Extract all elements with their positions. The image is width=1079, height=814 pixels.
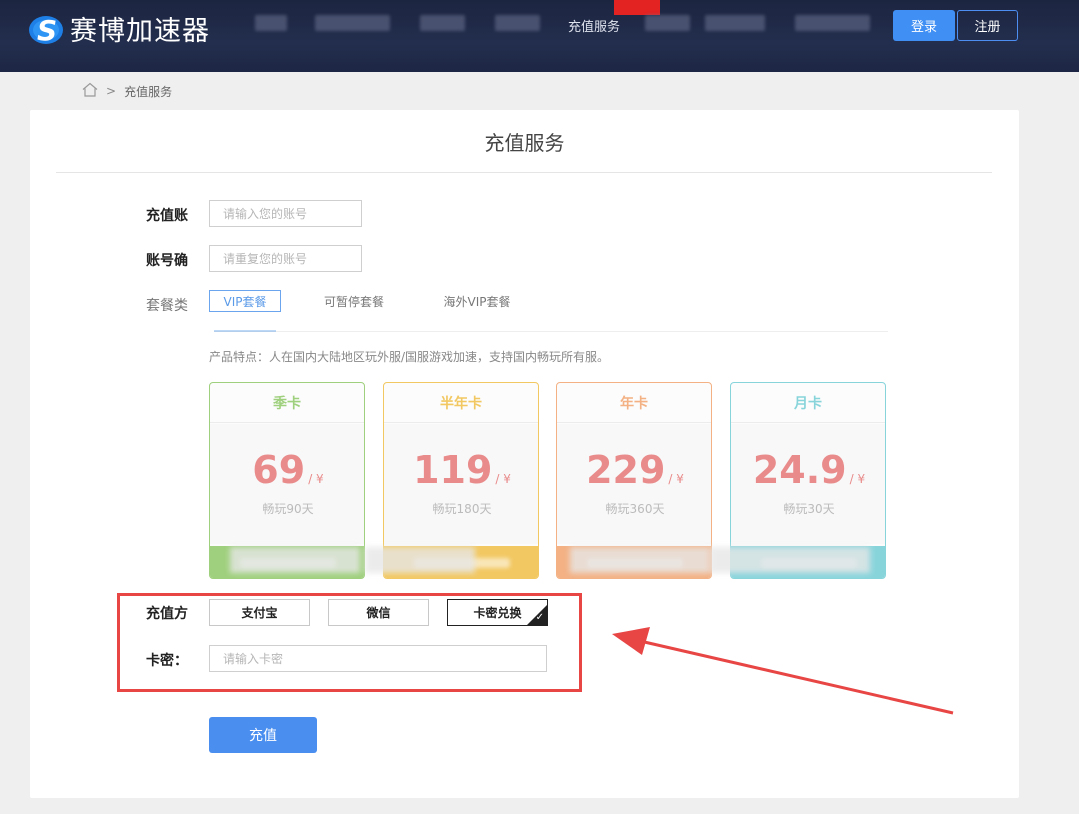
page-title: 充值服务 <box>484 131 565 155</box>
plan-body: 119/ ¥ 畅玩180天 <box>384 424 538 544</box>
redaction <box>365 547 475 573</box>
nav-item-blurred[interactable] <box>795 15 870 31</box>
plan-body: 69/ ¥ 畅玩90天 <box>210 424 364 544</box>
register-button[interactable]: 注册 <box>957 10 1018 41</box>
product-feature-text: 产品特点：人在国内大陆地区玩外服/国服游戏加速，支持国内畅玩所有服。 <box>209 350 610 364</box>
plan-price: 119/ ¥ <box>413 448 511 492</box>
plan-body: 229/ ¥ 畅玩360天 <box>557 424 711 544</box>
plan-duration: 畅玩30天 <box>783 502 835 516</box>
breadcrumb-current: 充值服务 <box>124 84 173 99</box>
plan-body: 24.9/ ¥ 畅玩30天 <box>731 424 885 544</box>
nav-item-blurred[interactable] <box>255 15 287 31</box>
plan-duration: 畅玩90天 <box>262 502 314 516</box>
redaction <box>570 547 710 573</box>
plan-name: 年卡 <box>557 383 711 423</box>
redaction <box>230 547 360 573</box>
login-button[interactable]: 登录 <box>893 10 955 41</box>
plan-name: 月卡 <box>731 383 885 423</box>
confirm-label: 账号确 <box>146 253 188 269</box>
nav-item-blurred[interactable] <box>495 15 540 31</box>
recharge-submit-button[interactable]: 充值 <box>209 717 317 753</box>
plan-name: 半年卡 <box>384 383 538 423</box>
account-label: 充值账 <box>146 208 188 224</box>
tab-vip-package[interactable]: VIP套餐 <box>209 290 281 312</box>
hot-badge <box>614 0 660 15</box>
nav-item-blurred[interactable] <box>315 15 390 31</box>
home-icon[interactable] <box>82 82 98 100</box>
account-input[interactable] <box>209 200 362 227</box>
logo-text: 赛博加速器 <box>70 16 210 47</box>
nav-item-blurred[interactable] <box>705 15 765 31</box>
plan-duration: 畅玩180天 <box>432 502 492 516</box>
plan-price: 229/ ¥ <box>586 448 684 492</box>
breadcrumb-separator: > <box>106 84 117 98</box>
tab-pausable-package[interactable]: 可暂停套餐 <box>320 290 388 312</box>
nav-item-recharge[interactable]: 充值服务 <box>568 16 620 35</box>
plan-price: 24.9/ ¥ <box>752 448 866 492</box>
tab-bar-line <box>214 331 888 332</box>
plan-price: 69/ ¥ <box>252 448 324 492</box>
plan-name: 季卡 <box>210 383 364 423</box>
nav-item-blurred[interactable] <box>420 15 465 31</box>
recharge-card: 充值服务 充值账 账号确 套餐类 VIP套餐 可暂停套餐 海外VIP套餐 产品特… <box>30 110 1019 798</box>
tab-overseas-vip-package[interactable]: 海外VIP套餐 <box>435 290 519 312</box>
package-type-label: 套餐类 <box>146 298 188 314</box>
divider <box>56 172 992 173</box>
svg-text:S: S <box>37 14 57 47</box>
top-header: S 赛博加速器 充值服务 登录 注册 <box>0 0 1079 72</box>
tab-active-underline <box>214 330 276 332</box>
annotation-highlight-box <box>117 593 582 692</box>
plan-duration: 畅玩360天 <box>605 502 665 516</box>
redaction <box>710 547 870 573</box>
logo[interactable]: S 赛博加速器 <box>28 9 210 48</box>
confirm-account-input[interactable] <box>209 245 362 272</box>
nav-item-blurred[interactable] <box>645 15 690 31</box>
breadcrumb: > 充值服务 <box>82 82 172 100</box>
logo-s-icon: S <box>28 11 64 47</box>
